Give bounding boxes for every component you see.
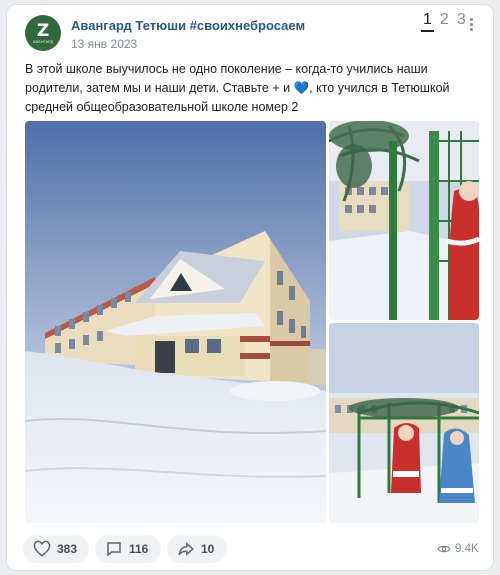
author-name[interactable]: Авангард Тетюши #своихнебросаем: [71, 18, 305, 33]
comment-button[interactable]: 116: [95, 535, 161, 563]
post-card: Z АВАНГАРД Авангард Тетюши #своихнеброса…: [6, 4, 494, 571]
blue-heart-emoji: 💙: [293, 81, 310, 95]
comment-icon: [107, 542, 121, 557]
avatar-letter: Z: [36, 20, 50, 41]
like-count: 383: [57, 542, 78, 556]
photo-school-building[interactable]: [25, 121, 326, 523]
photo-gate-figures[interactable]: [329, 323, 479, 523]
post-text: В этой школе выучилось не одно поколение…: [25, 60, 485, 117]
comment-count: 116: [129, 542, 149, 556]
avatar[interactable]: Z АВАНГАРД: [25, 15, 61, 51]
post-date[interactable]: 13 янв 2023: [71, 37, 137, 51]
photo-tree-fence[interactable]: [329, 121, 479, 320]
pager-page-2[interactable]: 2: [438, 11, 451, 29]
views-count: 9.4K: [455, 543, 479, 555]
views-counter: 9.4K: [437, 542, 479, 556]
heart-icon: [33, 540, 51, 557]
share-count: 10: [201, 542, 215, 556]
pager-page-1[interactable]: 1: [421, 11, 434, 32]
eye-icon: [437, 545, 451, 553]
avatar-subtext: АВАНГАРД: [32, 38, 54, 44]
share-arrow-icon: [178, 542, 194, 556]
more-dots-icon[interactable]: [459, 14, 483, 34]
like-button[interactable]: 383: [23, 535, 89, 563]
share-button[interactable]: 10: [167, 535, 227, 563]
